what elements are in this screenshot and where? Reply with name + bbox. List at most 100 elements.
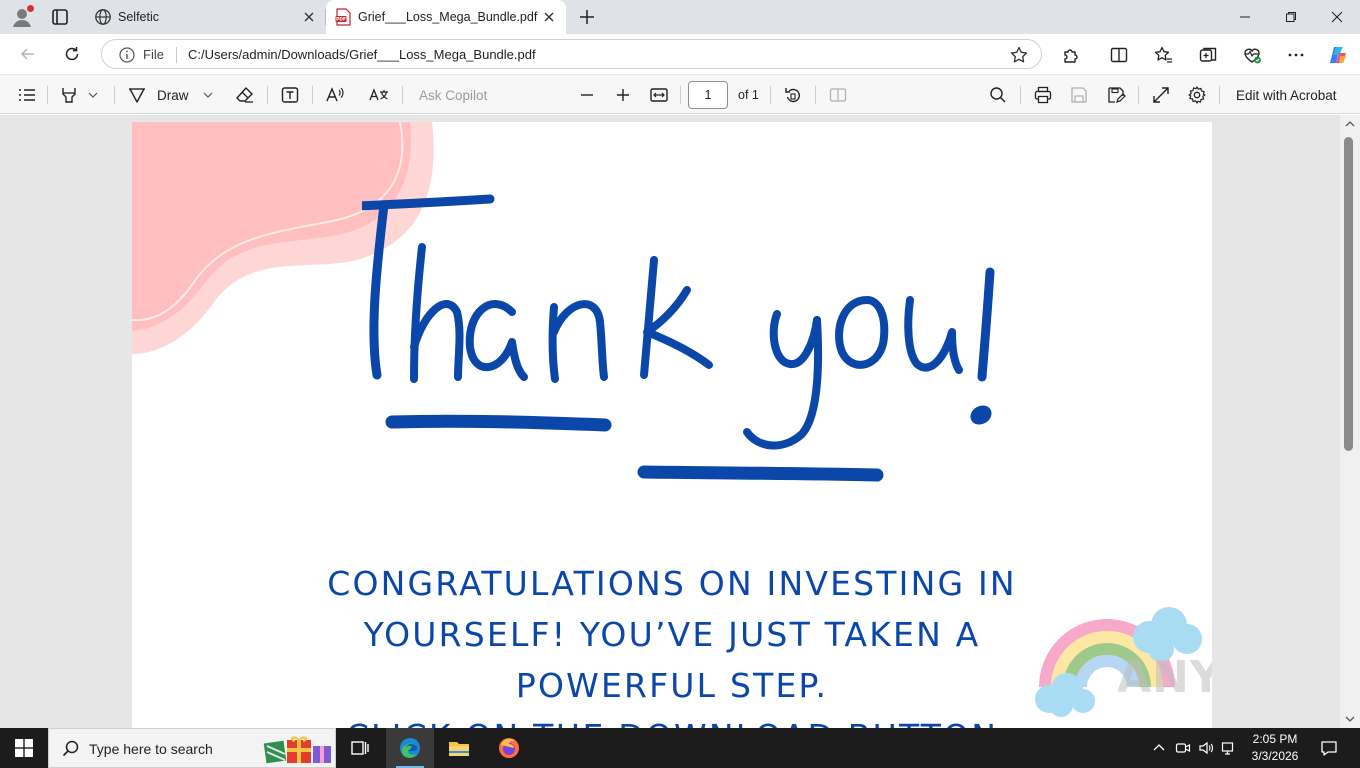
draw-pen-icon (129, 88, 145, 103)
split-screen-icon[interactable] (1108, 44, 1130, 66)
tab-title: Grief___Loss_Mega_Bundle.pdf (358, 10, 538, 24)
network-icon[interactable] (1219, 728, 1239, 768)
add-text-icon[interactable] (279, 84, 301, 106)
page-total-label: of 1 (738, 88, 759, 102)
clock-date: 3/3/2026 (1251, 749, 1299, 763)
copilot-icon[interactable] (1327, 44, 1349, 66)
message-line: POWERFUL STEP. (515, 666, 829, 705)
windows-taskbar: Type here to search 2:05 PM 3/3/2026 (0, 728, 1360, 768)
globe-icon (94, 8, 112, 26)
contents-list-icon[interactable] (16, 84, 38, 106)
read-aloud-icon[interactable] (324, 84, 346, 106)
draw-button[interactable]: Draw (126, 84, 189, 106)
page-number-input[interactable]: 1 (688, 81, 728, 109)
extensions-puzzle-icon[interactable] (1060, 44, 1082, 66)
close-tab-icon[interactable] (540, 8, 558, 26)
toolbar-separator (1020, 86, 1021, 104)
browser-essentials-icon[interactable] (1241, 44, 1263, 66)
close-tab-icon[interactable] (300, 8, 318, 26)
fullscreen-icon[interactable] (1150, 84, 1172, 106)
show-hidden-icons-chevron-icon[interactable] (1150, 728, 1168, 768)
toolbar-separator (815, 86, 816, 104)
more-menu-icon[interactable] (1285, 44, 1307, 66)
fit-to-width-icon[interactable] (648, 84, 670, 106)
task-view-icon[interactable] (336, 728, 384, 768)
taskbar-edge-icon[interactable] (386, 728, 434, 768)
vertical-scrollbar[interactable] (1340, 115, 1360, 728)
restore-window-icon[interactable] (1268, 0, 1314, 34)
save-icon[interactable] (1068, 84, 1090, 106)
toolbar-separator (770, 86, 771, 104)
message-line: YOURSELF! YOU’VE JUST TAKEN A (363, 615, 981, 654)
meet-now-icon[interactable] (1173, 728, 1193, 768)
rotate-icon[interactable] (782, 84, 804, 106)
toolbar-separator (1138, 86, 1139, 104)
zoom-out-icon[interactable] (576, 84, 598, 106)
message-line: CLICK ON THE DOWNLOAD BUTTON (272, 711, 1072, 728)
taskbar-file-explorer-icon[interactable] (435, 728, 483, 768)
pdf-viewer: CONGRATULATIONS ON INVESTING IN YOURSELF… (0, 115, 1360, 728)
collections-icon[interactable] (1197, 44, 1219, 66)
tab-selfetic[interactable]: Selfetic (86, 0, 326, 34)
scroll-up-arrow-icon[interactable] (1345, 120, 1355, 128)
tab-pdf[interactable]: PDF Grief___Loss_Mega_Bundle.pdf (326, 0, 566, 34)
settings-gear-icon[interactable] (1186, 84, 1208, 106)
volume-speaker-icon[interactable] (1196, 728, 1216, 768)
close-window-icon[interactable] (1314, 0, 1360, 34)
toolbar-separator (114, 86, 115, 104)
favorite-star-icon[interactable] (1009, 45, 1029, 65)
address-separator (176, 47, 177, 63)
address-scheme-label: File (143, 47, 164, 62)
favorites-icon[interactable] (1152, 44, 1174, 66)
back-arrow-icon[interactable] (16, 42, 40, 66)
toolbar-separator (47, 86, 48, 104)
address-bar[interactable]: File C:/Users/admin/Downloads/Grief___Lo… (101, 39, 1042, 69)
toolbar-separator (312, 86, 313, 104)
save-as-icon[interactable] (1105, 84, 1127, 106)
system-clock[interactable]: 2:05 PM 3/3/2026 (1240, 731, 1310, 765)
search-placeholder: Type here to search (89, 741, 213, 757)
draw-label: Draw (157, 87, 189, 103)
search-icon[interactable] (987, 84, 1009, 106)
translate-icon[interactable] (368, 84, 390, 106)
notifications-icon[interactable] (1315, 728, 1343, 768)
taskbar-firefox-icon[interactable] (485, 728, 533, 768)
ask-copilot-button[interactable]: Ask Copilot (419, 84, 487, 106)
edit-with-acrobat-button[interactable]: Edit with Acrobat (1236, 84, 1337, 106)
message-line: CONGRATULATIONS ON INVESTING IN (327, 564, 1017, 603)
pdf-page: CONGRATULATIONS ON INVESTING IN YOURSELF… (132, 122, 1212, 728)
highlight-icon[interactable] (58, 84, 80, 106)
refresh-icon[interactable] (60, 42, 84, 66)
tab-title: Selfetic (118, 10, 159, 24)
tab-strip: Selfetic PDF Grief___Loss_Mega_Bundle.pd… (0, 0, 1360, 34)
any-run-watermark: ANY RUN (1117, 652, 1212, 703)
toolbar-separator (267, 86, 268, 104)
toolbar-separator (1219, 86, 1220, 104)
profile-notification-dot (27, 5, 34, 12)
search-icon (62, 740, 79, 757)
clock-time: 2:05 PM (1252, 732, 1298, 746)
windows-start-icon[interactable] (0, 728, 48, 768)
taskbar-search-box[interactable]: Type here to search (48, 728, 336, 768)
print-icon[interactable] (1032, 84, 1054, 106)
zoom-in-icon[interactable] (612, 84, 634, 106)
navigation-bar: File C:/Users/admin/Downloads/Grief___Lo… (0, 34, 1360, 74)
info-icon[interactable] (118, 46, 136, 64)
pdf-file-icon: PDF (334, 8, 352, 26)
draw-dropdown-chevron-icon[interactable] (201, 84, 215, 106)
new-tab-icon[interactable] (576, 6, 598, 28)
tab-actions-icon[interactable] (48, 6, 72, 28)
page-view-icon[interactable] (827, 84, 849, 106)
thank-you-script-title (362, 194, 995, 482)
eraser-icon[interactable] (234, 84, 256, 106)
scrollbar-thumb[interactable] (1344, 137, 1353, 451)
toolbar-separator (402, 86, 403, 104)
minimize-window-icon[interactable] (1222, 0, 1268, 34)
congratulations-message: CONGRATULATIONS ON INVESTING IN YOURSELF… (272, 558, 1072, 728)
scroll-down-arrow-icon[interactable] (1345, 715, 1355, 723)
address-url[interactable]: C:/Users/admin/Downloads/Grief___Loss_Me… (188, 47, 536, 62)
pdf-toolbar: Draw Ask Copilot 1 of 1 Edit with Acroba… (0, 74, 1360, 114)
highlight-dropdown-chevron-icon[interactable] (86, 84, 100, 106)
svg-text:PDF: PDF (336, 17, 346, 23)
gift-boxes-icon (263, 736, 331, 764)
